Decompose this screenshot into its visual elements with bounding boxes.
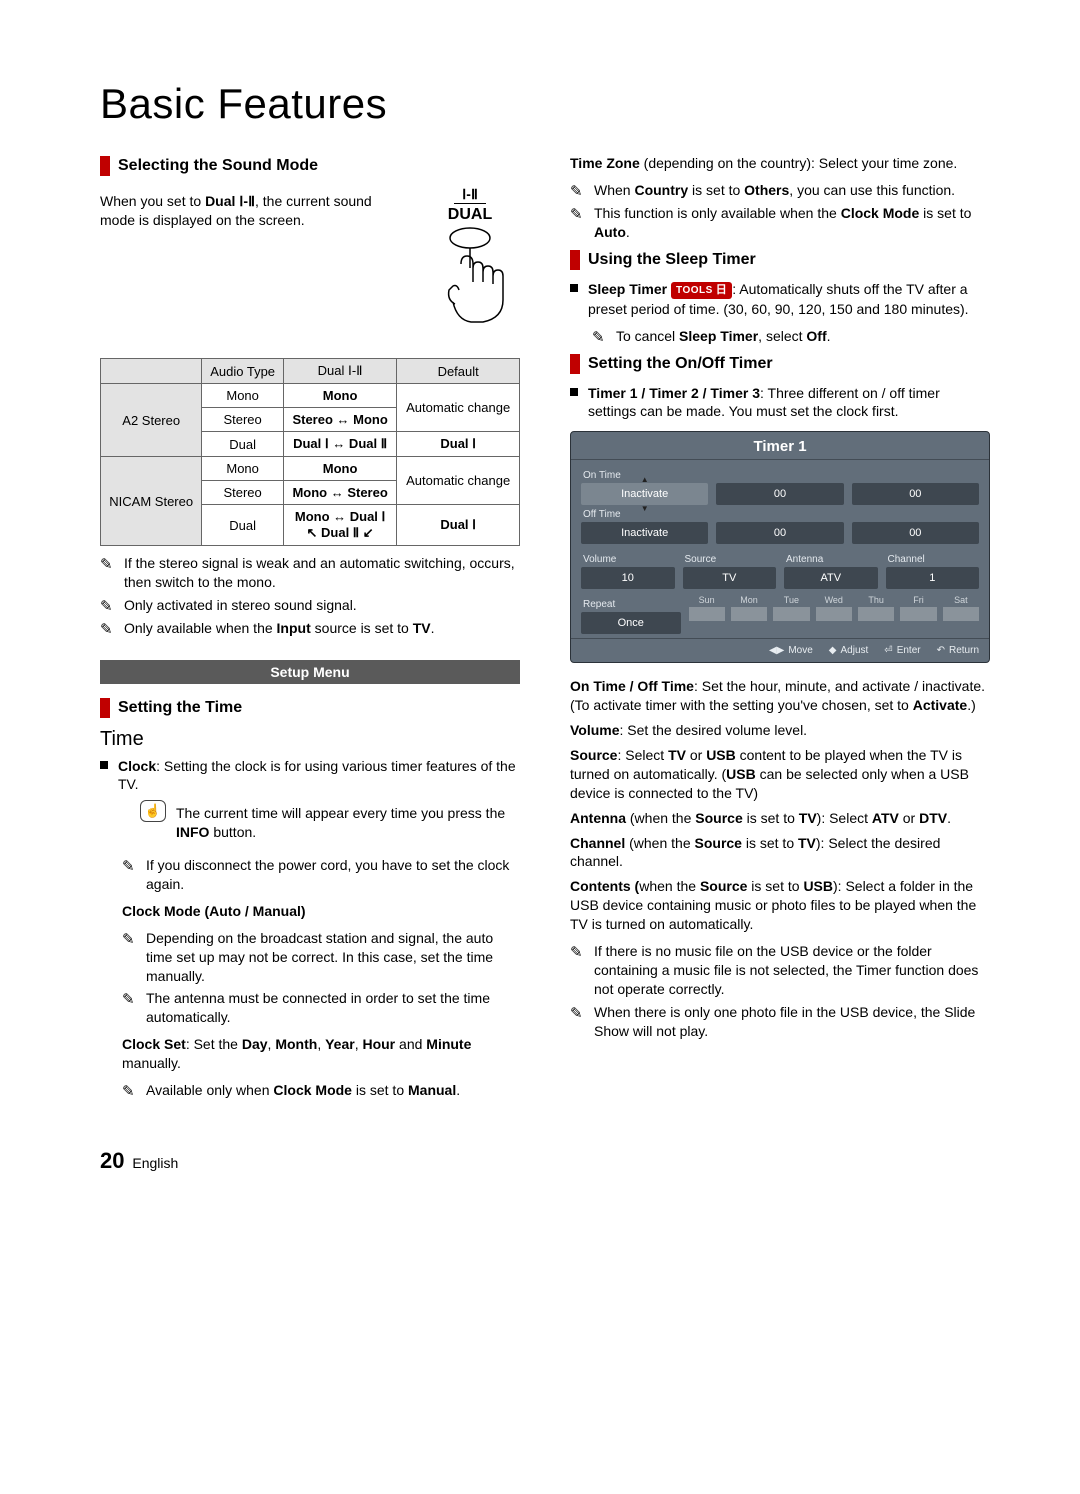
repeat-value[interactable]: Once [581, 612, 681, 634]
section-onoff-timer: Setting the On/Off Timer [570, 354, 990, 374]
note-icon: ✎ [100, 555, 113, 575]
section-red-bar [100, 156, 110, 176]
clock-set-line: Clock Set: Set the Day, Month, Year, Hou… [122, 1035, 520, 1073]
clock-item: Clock: Setting the clock is for using va… [100, 757, 520, 795]
clock-mode-notes: ✎Depending on the broadcast station and … [122, 929, 520, 1027]
off-time-minute[interactable]: 00 [852, 522, 979, 544]
info-button-icon: ☝ [140, 800, 166, 822]
timezone-line: Time Zone (depending on the country): Se… [570, 154, 990, 173]
timer-panel-title: Timer 1 [571, 432, 989, 460]
setup-menu-band: Setup Menu [100, 660, 520, 684]
row-group: NICAM Stereo [101, 457, 202, 546]
desc-on-off-time: On Time / Off Time: Set the hour, minute… [570, 677, 990, 715]
page-number: 20 [100, 1148, 124, 1173]
hint-enter: ⏎ Enter [884, 645, 920, 656]
note-icon: ✎ [100, 597, 113, 617]
bullet-icon [570, 388, 578, 396]
time-heading: Time [100, 728, 520, 751]
page-footer: 20 English [100, 1148, 990, 1174]
off-time-activate[interactable]: Inactivate [581, 522, 708, 544]
section-label: Setting the On/Off Timer [588, 355, 773, 373]
day-row: Sun Mon Tue Wed Thu Fri Sat [689, 595, 980, 621]
sound-mode-intro: When you set to Dual Ⅰ-Ⅱ, the current so… [100, 192, 402, 230]
row-group: A2 Stereo [101, 384, 202, 457]
timer-panel: Timer 1 On Time Inactivate 00 00 Off Tim… [570, 431, 990, 663]
sleep-timer-notes: ✎ To cancel Sleep Timer, select Off. [592, 327, 990, 346]
section-sleep-timer: Using the Sleep Timer [570, 250, 990, 270]
section-setting-time: Setting the Time [100, 698, 520, 718]
section-label: Selecting the Sound Mode [118, 157, 318, 175]
page-language: English [132, 1155, 178, 1171]
volume-value[interactable]: 10 [581, 567, 675, 589]
section-label: Setting the Time [118, 699, 242, 717]
sleep-timer-item: Sleep Timer TOOLS日: Automatically shuts … [570, 280, 990, 319]
clock-mode-label: Clock Mode (Auto / Manual) [122, 902, 520, 921]
info-note: The current time will appear every time … [176, 804, 520, 842]
section-red-bar [570, 250, 580, 270]
hint-move: ◀▶ Move [769, 645, 813, 656]
usb-notes: ✎If there is no music file on the USB de… [570, 942, 990, 1040]
onoff-timer-item: Timer 1 / Timer 2 / Timer 3: Three diffe… [570, 384, 990, 422]
section-label: Using the Sleep Timer [588, 251, 756, 269]
antenna-value[interactable]: ATV [784, 567, 878, 589]
on-time-minute[interactable]: 00 [852, 483, 979, 505]
hint-adjust: ◆ Adjust [829, 645, 869, 656]
page-title: Basic Features [100, 80, 990, 128]
bullet-icon [100, 761, 108, 769]
desc-contents: Contents (when the Source is set to USB)… [570, 877, 990, 934]
panel-footer: ◀▶ Move ◆ Adjust ⏎ Enter ↶ Return [571, 638, 989, 662]
section-red-bar [570, 354, 580, 374]
on-time-activate[interactable]: Inactivate [581, 483, 708, 505]
hint-return: ↶ Return [937, 645, 979, 656]
desc-antenna: Antenna (when the Source is set to TV): … [570, 809, 990, 828]
off-time-hour[interactable]: 00 [716, 522, 843, 544]
section-sound-mode: Selecting the Sound Mode [100, 156, 520, 176]
section-red-bar [100, 698, 110, 718]
desc-source: Source: Select TV or USB content to be p… [570, 746, 990, 803]
note-icon: ✎ [100, 620, 113, 640]
desc-channel: Channel (when the Source is set to TV): … [570, 834, 990, 872]
sound-mode-table: Audio Type Dual Ⅰ-Ⅱ Default A2 Stereo Mo… [100, 358, 520, 546]
timezone-notes: ✎ When Country is set to Others, you can… [570, 181, 990, 242]
bullet-icon [570, 284, 578, 292]
tools-pill: TOOLS日 [671, 282, 732, 299]
sound-mode-notes: ✎ If the stereo signal is weak and an au… [100, 554, 520, 638]
source-value[interactable]: TV [683, 567, 777, 589]
dual-button-figure: Ⅰ-Ⅱ DUAL [420, 186, 520, 344]
clock-notes: ✎If you disconnect the power cord, you h… [122, 856, 520, 894]
channel-value[interactable]: 1 [886, 567, 980, 589]
on-time-hour[interactable]: 00 [716, 483, 843, 505]
clock-set-notes: ✎ Available only when Clock Mode is set … [122, 1081, 520, 1100]
desc-volume: Volume: Set the desired volume level. [570, 721, 990, 740]
